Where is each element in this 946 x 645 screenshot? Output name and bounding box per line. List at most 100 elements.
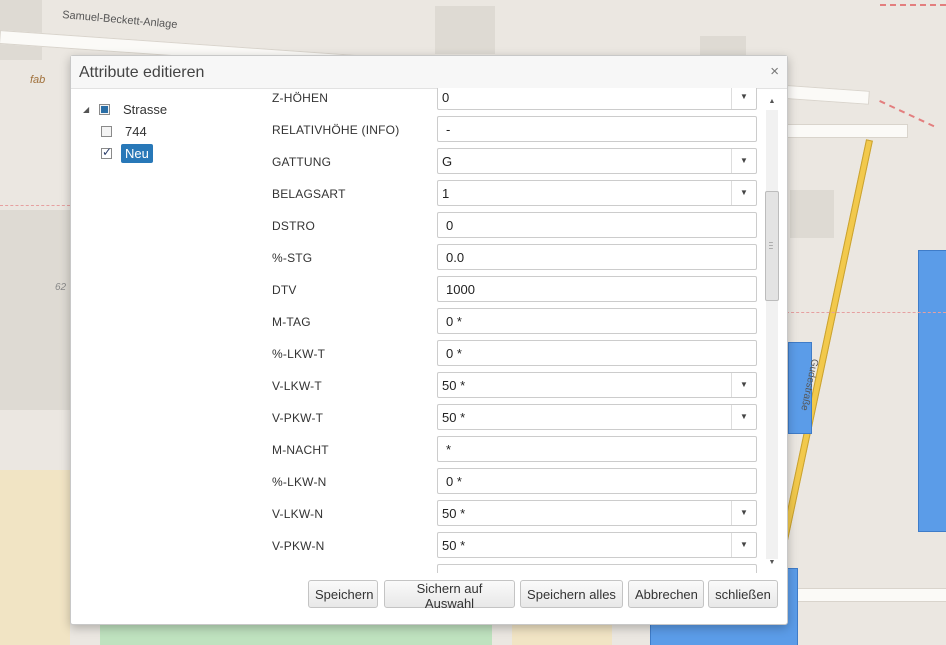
map-sand-area: [512, 622, 612, 645]
scroll-up-arrow-icon[interactable]: ▲: [764, 98, 780, 110]
cancel-button[interactable]: Abbrechen: [628, 580, 704, 608]
field-value: G: [442, 154, 453, 169]
map-boundary-line: [0, 205, 70, 206]
field-input[interactable]: 0 *: [437, 308, 757, 334]
dialog-title: Attribute editieren: [79, 64, 205, 81]
map-poi-label: fab: [30, 74, 46, 86]
tree-root-label[interactable]: Strasse: [119, 100, 171, 119]
scrollbar-thumb[interactable]: – – –: [765, 191, 779, 301]
form-row: GATTUNG G ▼: [257, 146, 765, 178]
field-value: -: [446, 122, 451, 137]
map-block: [700, 36, 746, 56]
map-block: [790, 190, 834, 238]
field-label: DSTRO: [272, 219, 315, 233]
field-select[interactable]: 50 * ▼: [437, 500, 757, 526]
field-label: M-ABEND: [272, 571, 329, 573]
form-row: RELATIVHÖHE (INFO) -: [257, 114, 765, 146]
dialog-header[interactable]: Attribute editieren ×: [71, 56, 787, 89]
field-label: BELAGSART: [272, 187, 346, 201]
close-button[interactable]: schließen: [708, 580, 778, 608]
field-label: M-TAG: [272, 315, 311, 329]
field-select[interactable]: 0 ▼: [437, 88, 757, 110]
map-block: [435, 6, 495, 54]
field-label: DTV: [272, 283, 297, 297]
form-row: %-LKW-N 0 *: [257, 466, 765, 498]
tree-node-root[interactable]: ◢ Strasse: [81, 98, 251, 120]
dropdown-arrow-icon[interactable]: ▼: [731, 181, 756, 205]
tree-item-checkbox[interactable]: [101, 145, 112, 159]
field-select[interactable]: 50 * ▼: [437, 532, 757, 558]
field-value: 50 *: [442, 506, 466, 521]
field-value: *: [446, 570, 451, 573]
form-row: V-PKW-N 50 * ▼: [257, 530, 765, 562]
form-row: DTV 1000: [257, 274, 765, 306]
form-row: M-ABEND *: [257, 562, 765, 573]
tree-node-neu[interactable]: Neu: [81, 142, 251, 164]
tree-item-label[interactable]: 744: [121, 122, 151, 141]
field-select[interactable]: 50 * ▼: [437, 404, 757, 430]
field-label: %-STG: [272, 251, 313, 265]
field-input[interactable]: 0: [437, 212, 757, 238]
map-house-number: 62: [55, 282, 67, 293]
field-label: V-LKW-N: [272, 507, 324, 521]
form-row: V-PKW-T 50 * ▼: [257, 402, 765, 434]
field-select[interactable]: 50 * ▼: [437, 372, 757, 398]
tree-root-checkbox[interactable]: [99, 103, 110, 115]
tree-item-label[interactable]: Neu: [121, 143, 153, 163]
field-select[interactable]: G ▼: [437, 148, 757, 174]
form-row: Z-HÖHEN 0 ▼: [257, 88, 765, 114]
form-scrollbar[interactable]: ▲ – – – ▼: [764, 96, 780, 573]
field-input[interactable]: *: [437, 436, 757, 462]
field-value: 1000: [446, 282, 475, 297]
dropdown-arrow-icon[interactable]: ▼: [731, 149, 756, 173]
field-input[interactable]: 0 *: [437, 340, 757, 366]
field-select[interactable]: 1 ▼: [437, 180, 757, 206]
dropdown-arrow-icon[interactable]: ▼: [731, 533, 756, 557]
field-input[interactable]: 1000: [437, 276, 757, 302]
map-road: [786, 124, 908, 138]
close-icon[interactable]: ×: [770, 64, 779, 80]
form-row: %-STG 0.0: [257, 242, 765, 274]
form-row: V-LKW-N 50 * ▼: [257, 498, 765, 530]
field-label: %-LKW-N: [272, 475, 327, 489]
form-row: M-TAG 0 *: [257, 306, 765, 338]
form-row: V-LKW-T 50 * ▼: [257, 370, 765, 402]
field-label: M-NACHT: [272, 443, 329, 457]
field-label: Z-HÖHEN: [272, 91, 329, 105]
field-input[interactable]: *: [437, 564, 757, 573]
map-sand-area: [0, 470, 70, 645]
field-label: V-PKW-N: [272, 539, 325, 553]
tree-item-checkbox[interactable]: [101, 125, 112, 137]
map-building: [918, 250, 946, 532]
attribute-form: Z-HÖHEN 0 ▼ RELATIVHÖHE (INFO) - GATTUNG G ▼ BEL…: [257, 88, 781, 573]
field-label: V-LKW-T: [272, 379, 322, 393]
field-value: 0 *: [446, 346, 462, 361]
field-label: RELATIVHÖHE (INFO): [272, 123, 400, 137]
field-input[interactable]: 0 *: [437, 468, 757, 494]
form-row: DSTRO 0: [257, 210, 765, 242]
save-all-button[interactable]: Speichern alles: [520, 580, 623, 608]
dropdown-arrow-icon[interactable]: ▼: [731, 88, 756, 109]
feature-tree: ◢ Strasse 744 Neu: [81, 98, 251, 164]
dropdown-arrow-icon[interactable]: ▼: [731, 501, 756, 525]
field-label: V-PKW-T: [272, 411, 324, 425]
field-label: GATTUNG: [272, 155, 332, 169]
field-value: 50 *: [442, 378, 466, 393]
dropdown-arrow-icon[interactable]: ▼: [731, 373, 756, 397]
dropdown-arrow-icon[interactable]: ▼: [731, 405, 756, 429]
scroll-down-arrow-icon[interactable]: ▼: [764, 559, 780, 571]
map-boundary-line: [880, 4, 946, 6]
field-input[interactable]: -: [437, 116, 757, 142]
map-street-label: Samuel-Beckett-Anlage: [61, 8, 178, 32]
field-value: 0: [446, 218, 454, 233]
field-value: *: [446, 442, 452, 457]
form-row: M-NACHT *: [257, 434, 765, 466]
save-selection-button[interactable]: Sichern auf Auswahl: [384, 580, 515, 611]
scrollbar-track[interactable]: [766, 110, 778, 559]
collapse-triangle-icon[interactable]: ◢: [83, 105, 93, 114]
form-row: BELAGSART 1 ▼: [257, 178, 765, 210]
tree-node-744[interactable]: 744: [81, 120, 251, 142]
map-block: [0, 210, 70, 410]
save-button[interactable]: Speichern: [308, 580, 378, 608]
field-input[interactable]: 0.0: [437, 244, 757, 270]
